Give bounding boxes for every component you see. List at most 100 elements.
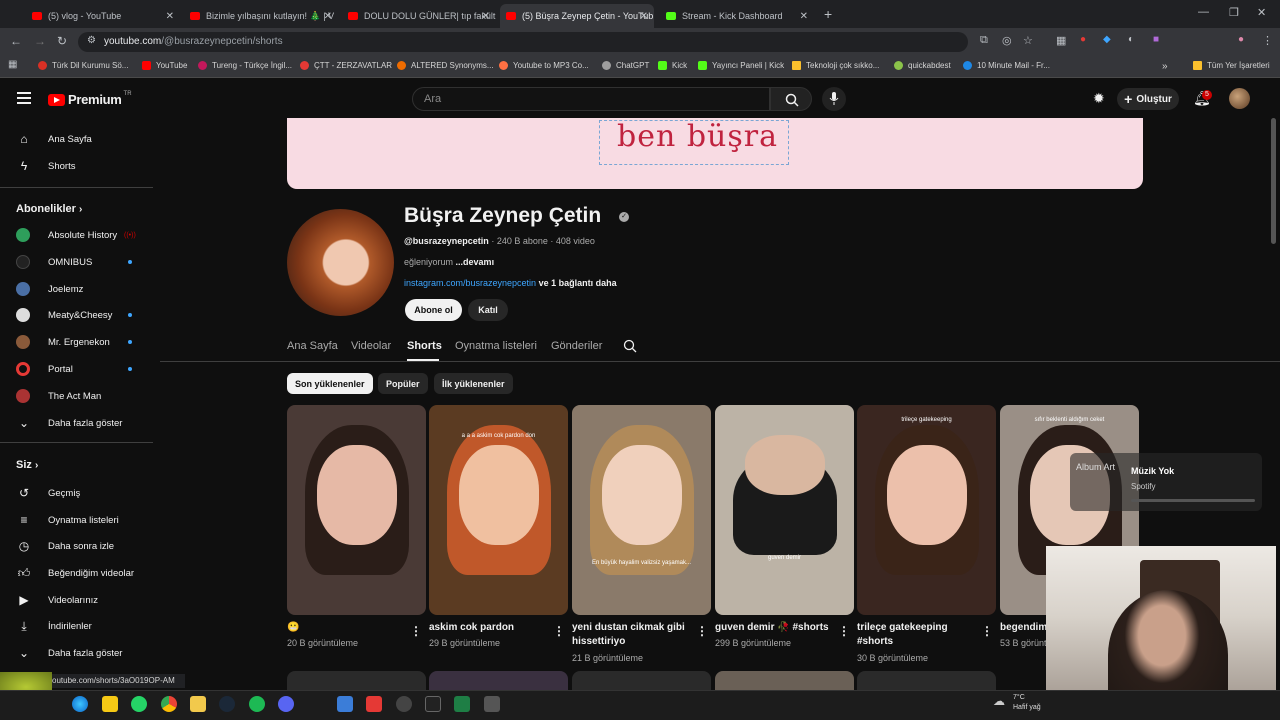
extension-icon[interactable]: ◆ [1103, 34, 1111, 45]
bookmark[interactable]: ChatGPT [602, 61, 649, 70]
bookmark[interactable]: ALTERED Synonyms... [397, 61, 494, 70]
short-title[interactable]: guven demir 🥀 #shorts [715, 621, 840, 635]
short-thumbnail[interactable]: trileçe gatekeeping [857, 405, 996, 615]
channel-links[interactable]: instagram.com/busrazeynepcetin ve 1 bağl… [404, 278, 617, 288]
browser-tab[interactable]: (5) vlog - YouTube ✕ [26, 4, 180, 28]
sidebar-item-playlists[interactable]: ≡ Oynatma listeleri [16, 512, 118, 528]
site-info-icon[interactable]: ⚙ [87, 35, 96, 46]
short-thumbnail[interactable] [287, 405, 426, 615]
youtube-logo[interactable]: Premium TR [48, 91, 132, 107]
search-input[interactable] [412, 87, 770, 111]
scrollbar[interactable] [1271, 118, 1276, 244]
sidebar-item-home[interactable]: ⌂ Ana Sayfa [16, 131, 91, 147]
new-tab-button[interactable]: + [824, 6, 832, 22]
more-bookmarks-icon[interactable]: » [1162, 61, 1168, 72]
close-window-icon[interactable]: ✕ [1257, 6, 1266, 19]
menu-icon[interactable]: ⋮ [1262, 34, 1273, 47]
more-options-icon[interactable]: ⋮ [981, 624, 993, 638]
tab-home[interactable]: Ana Sayfa [287, 340, 338, 352]
tab-playlists[interactable]: Oynatma listeleri [455, 340, 537, 352]
short-title[interactable]: yeni dustan cikmak gibi hissettiriyo [572, 621, 697, 649]
whatsapp-icon[interactable] [131, 696, 147, 712]
channel-avatar[interactable] [287, 209, 394, 316]
short-thumbnail[interactable]: guven demir [715, 405, 854, 615]
folder-icon[interactable] [190, 696, 206, 712]
discord-icon[interactable] [278, 696, 294, 712]
back-icon[interactable]: ← [10, 34, 22, 48]
sidebar-item-history[interactable]: ↺ Geçmiş [16, 485, 80, 501]
notes-icon[interactable] [102, 696, 118, 712]
app-icon[interactable] [484, 696, 500, 712]
app-icon[interactable] [337, 696, 353, 712]
edge-icon[interactable] [72, 696, 88, 712]
browser-tab-active[interactable]: (5) Büşra Zeynep Çetin - YouTub ✕ [500, 4, 654, 28]
sidebar-show-more[interactable]: ⌄ Daha fazla göster [16, 415, 123, 431]
more-options-icon[interactable]: ⋮ [553, 624, 565, 638]
cast-icon[interactable]: ✹ [1093, 90, 1105, 107]
browser-tab[interactable]: DOLU DOLU GÜNLER| tıp fakült ✕ [342, 4, 496, 28]
sidebar-show-more[interactable]: ⌄ Daha fazla göster [16, 645, 123, 661]
bookmark[interactable]: Kick [658, 61, 687, 70]
chip-oldest[interactable]: İlk yüklenenler [434, 373, 513, 394]
close-icon[interactable]: ✕ [640, 11, 648, 22]
create-button[interactable]: + Oluştur [1117, 88, 1179, 110]
close-icon[interactable]: ✕ [482, 11, 490, 22]
bookmark[interactable]: Tureng - Türkçe İngil... [198, 61, 292, 70]
search-button[interactable] [770, 87, 812, 111]
sidebar-item-your-videos[interactable]: ▶ Videolarınız [16, 592, 98, 608]
short-thumbnail[interactable] [429, 671, 568, 691]
reload-icon[interactable]: ↻ [57, 34, 67, 48]
subscriptions-heading[interactable]: Abonelikler › [16, 203, 82, 215]
close-icon[interactable]: ✕ [324, 11, 332, 22]
spotify-icon[interactable] [249, 696, 265, 712]
tab-shorts[interactable]: Shorts [407, 340, 442, 352]
close-icon[interactable]: ✕ [800, 11, 808, 22]
more-options-icon[interactable]: ⋮ [838, 624, 850, 638]
browser-tab[interactable]: Bizimle yılbaşını kutlayın! 🎄 | V ✕ [184, 4, 338, 28]
chrome-icon[interactable] [161, 696, 177, 712]
voice-search-button[interactable] [822, 87, 846, 111]
browser-tab[interactable]: Stream - Kick Dashboard ✕ [660, 4, 814, 28]
steam-icon[interactable] [219, 696, 235, 712]
bookmark[interactable]: Teknoloji çok sıkko... [792, 61, 879, 70]
short-thumbnail[interactable]: a a a askim cok pardon don [429, 405, 568, 615]
bookmark[interactable]: Yayıncı Paneli | Kick [698, 61, 784, 70]
extension-icon[interactable]: ■ [1153, 34, 1159, 45]
bookmark[interactable]: YouTube [142, 61, 187, 70]
url-text[interactable]: youtube.com/@busrazeynepcetin/shorts [104, 36, 283, 47]
weather-widget[interactable]: 7°C Hafif yağ [1013, 693, 1041, 713]
extensions-icon[interactable]: ▦ [1056, 34, 1066, 47]
search-icon[interactable] [623, 339, 637, 353]
more-link[interactable]: ...devamı [456, 257, 495, 267]
sidebar-item-sub[interactable]: Meaty&Cheesy [16, 308, 132, 322]
short-thumbnail[interactable] [572, 671, 711, 691]
sidebar-item-shorts[interactable]: ϟ Shorts [16, 158, 76, 174]
short-thumbnail[interactable] [287, 671, 426, 691]
bookmark[interactable]: ÇTT - ZERZAVATLAR [300, 61, 392, 70]
short-title[interactable]: askim cok pardon [429, 621, 554, 635]
apps-icon[interactable]: ▦ [8, 59, 17, 70]
you-heading[interactable]: Siz › [16, 459, 38, 471]
sidebar-item-sub[interactable]: Joelemz [16, 282, 83, 296]
excel-icon[interactable] [454, 696, 470, 712]
sidebar-item-watch-later[interactable]: ◷ Daha sonra izle [16, 538, 114, 554]
maximize-icon[interactable]: ❐ [1229, 6, 1239, 19]
avatar[interactable] [1229, 88, 1250, 109]
close-icon[interactable]: ✕ [166, 11, 174, 22]
forward-icon[interactable]: → [34, 34, 46, 48]
short-title[interactable]: begendim [1000, 621, 1046, 635]
tab-posts[interactable]: Gönderiler [551, 340, 602, 352]
chip-latest[interactable]: Son yüklenenler [287, 373, 373, 394]
more-options-icon[interactable]: ⋮ [696, 624, 708, 638]
sidebar-item-sub[interactable]: Mr. Ergenekon [16, 335, 132, 349]
menu-icon[interactable] [17, 92, 31, 107]
cast-icon[interactable]: ⧉ [980, 34, 988, 47]
bookmark[interactable]: Youtube to MP3 Co... [499, 61, 589, 70]
acrobat-icon[interactable] [366, 696, 382, 712]
subscribe-button[interactable]: Abone ol [405, 299, 462, 321]
extension-icon[interactable]: ◐ [1128, 34, 1134, 45]
obs-icon[interactable] [396, 696, 412, 712]
chip-popular[interactable]: Popüler [378, 373, 428, 394]
more-links[interactable]: ve 1 bağlantı daha [539, 278, 617, 288]
more-options-icon[interactable]: ⋮ [410, 624, 422, 638]
